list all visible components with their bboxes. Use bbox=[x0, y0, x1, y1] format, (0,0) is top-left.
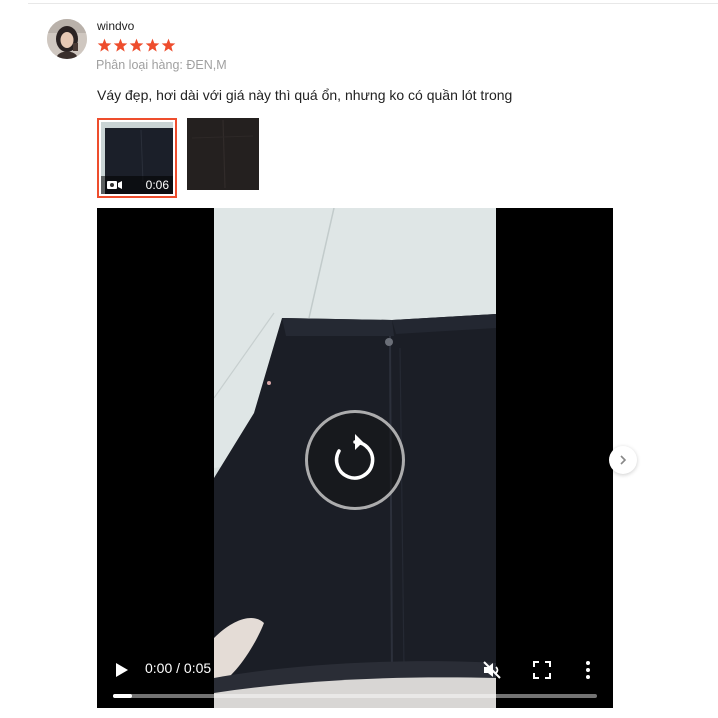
video-thumbnail[interactable]: 0:06 bbox=[97, 118, 177, 198]
chevron-right-icon bbox=[620, 455, 627, 465]
star-icon bbox=[129, 38, 144, 52]
video-camera-icon bbox=[107, 181, 122, 189]
star-icon bbox=[113, 38, 128, 52]
playback-time: 0:00 / 0:05 bbox=[145, 660, 212, 676]
review-comment: Váy đẹp, hơi dài với giá này thì quá ổn,… bbox=[97, 87, 513, 103]
more-vertical-icon[interactable] bbox=[583, 660, 593, 680]
product-variation: Phân loại hàng: ĐEN,M bbox=[96, 58, 227, 72]
fullscreen-icon[interactable] bbox=[533, 661, 551, 679]
avatar[interactable] bbox=[47, 19, 87, 59]
next-media-button[interactable] bbox=[609, 446, 637, 474]
star-icon bbox=[161, 38, 176, 52]
star-icon bbox=[97, 38, 112, 52]
progress-fill bbox=[113, 694, 133, 698]
video-badge: 0:06 bbox=[101, 176, 173, 194]
volume-muted-icon[interactable] bbox=[482, 660, 502, 680]
rating-stars bbox=[97, 38, 176, 54]
video-duration: 0:06 bbox=[145, 178, 169, 192]
play-icon[interactable] bbox=[115, 662, 129, 678]
progress-bar[interactable] bbox=[113, 694, 597, 698]
video-player[interactable]: 0:00 / 0:05 bbox=[97, 208, 613, 708]
replay-icon bbox=[334, 434, 375, 480]
replay-button[interactable] bbox=[305, 410, 405, 510]
image-thumbnail[interactable] bbox=[187, 118, 259, 190]
top-divider bbox=[28, 3, 718, 4]
video-controls: 0:00 / 0:05 bbox=[97, 648, 613, 708]
star-icon bbox=[145, 38, 160, 52]
reviewer-username[interactable]: windvo bbox=[97, 19, 134, 33]
